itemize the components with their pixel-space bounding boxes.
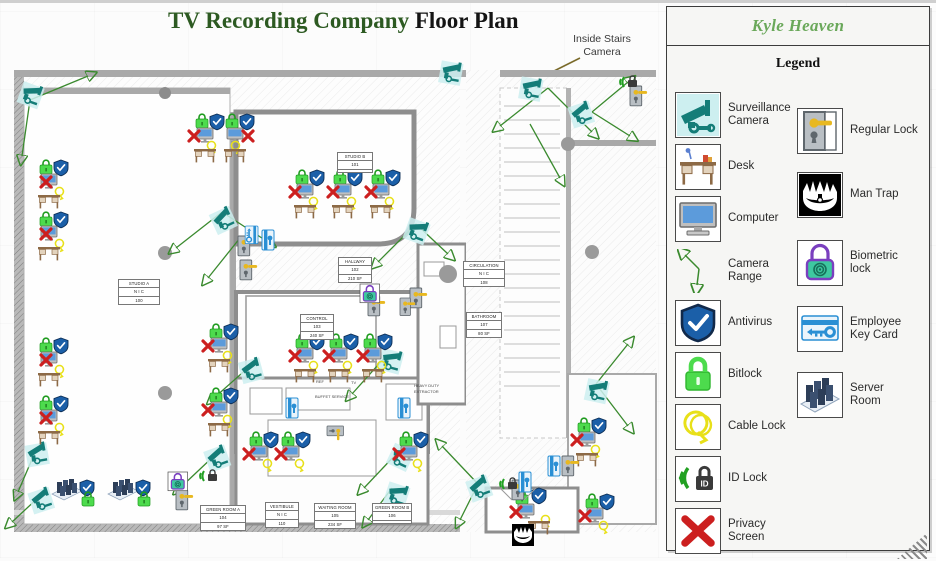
man-trap-icon: [797, 172, 843, 218]
desk-icon: [675, 144, 721, 190]
legend-item-computer[interactable]: Computer: [675, 196, 803, 242]
legend-item-antivirus[interactable]: Antivirus: [675, 300, 803, 346]
legend-label-biometric-lock: Biometric lock: [850, 249, 898, 276]
privacy-screen-icon: [675, 508, 721, 554]
legend-label-computer: Computer: [728, 212, 779, 225]
camera-range-icon: [675, 248, 721, 294]
page-title: TV Recording Company Floor Plan: [168, 8, 519, 34]
room-tag-studio-a: STUDIO A N I C 100: [118, 279, 160, 306]
floor-plan-drawing: [0, 58, 657, 546]
room-tag-waiting-room: WAITING ROOM 105 234 SF: [314, 503, 356, 530]
regular-lock-icon: [797, 108, 843, 154]
room-tag-control: CONTROL 103 240 SF: [300, 314, 334, 341]
legend-column-right: Regular Lock Man Trap Biometric lock Emp…: [797, 108, 927, 424]
room-tag-circulation: CIRCULATION N I C 108: [463, 261, 505, 288]
biometric-lock-icon: [797, 240, 843, 286]
legend-label-server-room: Server Room: [850, 381, 884, 408]
room-tag-bathroom: BATHROOM 107 80 SF: [466, 312, 502, 339]
legend-label-bitlock: Bitlock: [728, 368, 762, 381]
legend-label-surveillance-camera: Surveillance Camera: [728, 101, 791, 128]
server-room-icon: [797, 372, 843, 418]
legend-label-regular-lock: Regular Lock: [850, 124, 918, 137]
room-tag-green-room-b: GREEN ROOM B 106: [372, 503, 412, 524]
plan-label-buffet-service: BUFFET SERVICE: [315, 394, 350, 399]
legend-item-server-room[interactable]: Server Room: [797, 372, 927, 418]
cable-lock-icon: [675, 404, 721, 450]
panel-resize-corner[interactable]: [897, 533, 927, 559]
legend-item-bitlock[interactable]: Bitlock: [675, 352, 803, 398]
plan-label-extractor: EXTRACTOR: [414, 389, 439, 394]
room-tag-hallway: HALLWAY 102 210 SF: [338, 257, 372, 284]
legend-item-regular-lock[interactable]: Regular Lock: [797, 108, 927, 154]
page-title-black: Floor Plan: [414, 8, 519, 33]
annotation-line-1: Inside Stairs: [573, 33, 631, 45]
legend-item-man-trap[interactable]: Man Trap: [797, 172, 927, 218]
svg-text:ID: ID: [701, 480, 709, 489]
bitlock-icon: [675, 352, 721, 398]
legend-item-biometric-lock[interactable]: Biometric lock: [797, 240, 927, 286]
id-lock-icon: ID: [675, 456, 721, 502]
legend-label-id-lock: ID Lock: [728, 472, 767, 485]
surveillance-camera-icon: [675, 92, 721, 138]
legend-label-antivirus: Antivirus: [728, 316, 773, 329]
legend-item-id-lock[interactable]: ID ID Lock: [675, 456, 803, 502]
legend-label-employee-key-card: Employee Key Card: [850, 315, 902, 342]
legend-label-desk: Desk: [728, 160, 755, 173]
legend-item-camera-range[interactable]: Camera Range: [675, 248, 803, 294]
legend-label-man-trap: Man Trap: [850, 188, 899, 201]
plan-label-heavy-duty: HEAVY DUTY: [414, 383, 440, 388]
legend-item-desk[interactable]: Desk: [675, 144, 803, 190]
legend-item-employee-key-card[interactable]: Employee Key Card: [797, 306, 927, 352]
antivirus-shield-icon: [675, 300, 721, 346]
legend-item-surveillance-camera[interactable]: Surveillance Camera: [675, 92, 803, 138]
legend-author: Kyle Heaven: [667, 7, 929, 46]
legend-heading: Legend: [775, 56, 821, 71]
legend-label-cable-lock: Cable Lock: [728, 420, 786, 433]
legend-column-left: Surveillance Camera Desk Computer Camera…: [675, 92, 803, 560]
computer-icon: [675, 196, 721, 242]
legend-label-camera-range: Camera Range: [728, 257, 769, 284]
legend-label-privacy-screen: Privacy Screen: [728, 517, 766, 544]
room-tag-vestibule: VESTIBULE N I C 110: [265, 502, 299, 529]
legend-item-privacy-screen[interactable]: Privacy Screen: [675, 508, 803, 554]
legend-item-cable-lock[interactable]: Cable Lock: [675, 404, 803, 450]
legend-panel: Kyle Heaven Legend Surveillance Camera D…: [666, 6, 930, 559]
plan-label-ref: REF: [316, 379, 324, 384]
employee-key-card-icon: [797, 306, 843, 352]
page-title-green: TV Recording Company: [168, 8, 410, 33]
plan-label-tv: TV: [351, 380, 357, 385]
room-tag-green-room-a: GREEN ROOM A 104 97 SF: [200, 505, 246, 532]
room-tag-studio-b: STUDIO B 101: [337, 152, 373, 173]
